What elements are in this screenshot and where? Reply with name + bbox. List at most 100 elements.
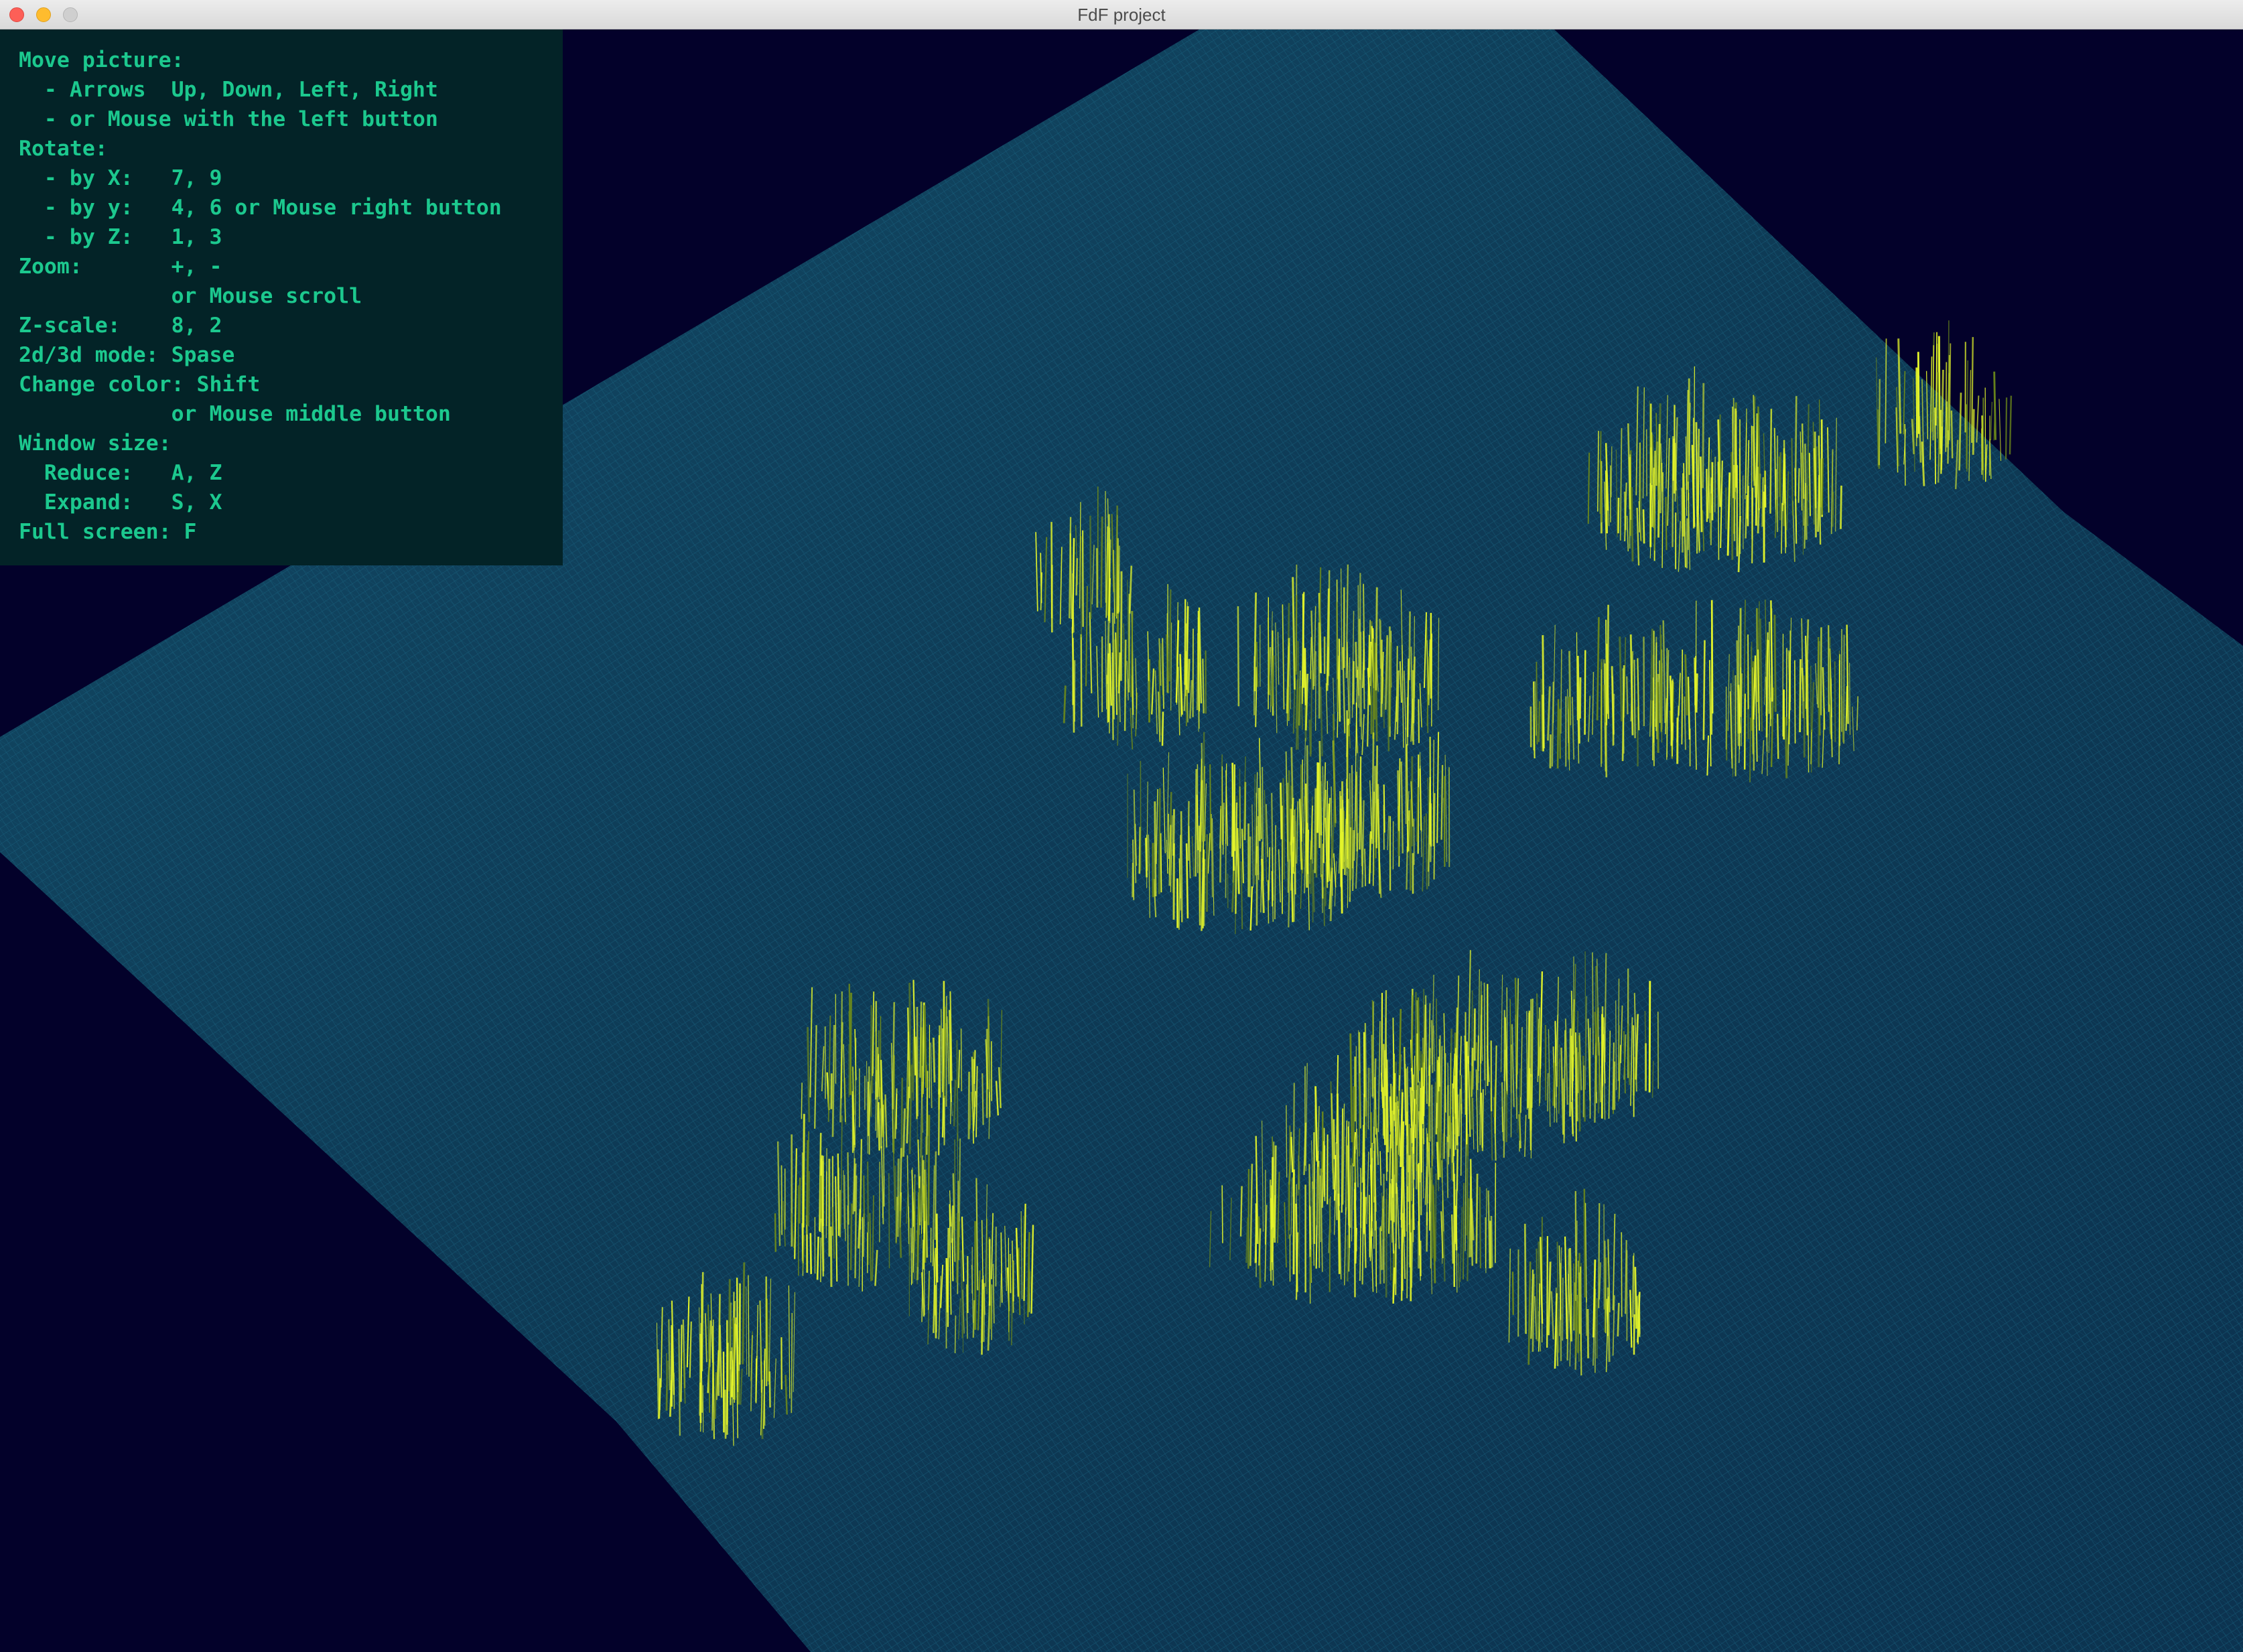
peak-spike: [1009, 1253, 1012, 1294]
peak-spike: [1878, 378, 1881, 466]
window-title: FdF project: [1077, 5, 1166, 25]
peak-spike: [1333, 1119, 1335, 1160]
peak-spike: [1655, 636, 1658, 740]
peak-spike: [1310, 670, 1313, 754]
peak-spike: [1306, 745, 1309, 852]
peak-spike: [1611, 446, 1613, 498]
peak-spike: [1749, 717, 1752, 782]
help-line: - by y: 4, 6 or Mouse right button: [19, 196, 502, 220]
help-line: - by Z: 1, 3: [19, 225, 222, 249]
peak-spike: [1154, 801, 1157, 897]
peak-spike: [1316, 1127, 1318, 1162]
peak-spike: [951, 1205, 954, 1243]
peak-spike: [825, 1148, 827, 1239]
help-line: Zoom: +, -: [19, 255, 222, 279]
peak-spike: [738, 1371, 740, 1405]
peak-spike: [1347, 799, 1349, 869]
peak-spike: [954, 1315, 957, 1354]
peak-spike: [1100, 516, 1103, 608]
peak-spike: [1180, 811, 1183, 922]
peak-spike: [1633, 1025, 1635, 1117]
peak-spike: [878, 1102, 880, 1151]
peak-spike: [816, 1236, 819, 1280]
peak-spike: [1633, 659, 1636, 738]
peak-spike: [1634, 1267, 1637, 1329]
peak-spike: [1674, 443, 1677, 491]
peak-spike: [830, 1073, 833, 1109]
peak-spike: [1231, 762, 1235, 871]
peak-spike: [1422, 1128, 1424, 1198]
peak-spike: [2004, 397, 2008, 460]
help-line: Reduce: A, Z: [19, 461, 222, 485]
peak-spike: [1820, 627, 1822, 715]
peak-spike: [668, 1319, 671, 1391]
peak-spike: [1702, 383, 1705, 488]
peak-spike: [1406, 846, 1408, 890]
peak-spike: [1450, 1214, 1454, 1264]
peak-spike: [1385, 1188, 1387, 1237]
peak-spike: [1834, 661, 1836, 742]
peak-spike: [1784, 717, 1788, 778]
peak-spike: [1358, 1073, 1361, 1157]
peak-spike: [1274, 825, 1276, 920]
peak-spike: [1280, 782, 1283, 839]
help-line: - by X: 7, 9: [19, 166, 222, 190]
peak-spike: [1747, 634, 1749, 709]
peak-spike: [1385, 1071, 1388, 1172]
peak-spike: [1089, 515, 1092, 619]
peak-spike: [1318, 1160, 1320, 1268]
peak-spike: [1578, 1272, 1580, 1334]
peak-spike: [1295, 595, 1298, 675]
peak-spike: [1538, 701, 1541, 742]
peak-spike: [1612, 1042, 1615, 1110]
peak-spike: [1460, 1103, 1463, 1176]
peak-spike: [916, 1006, 919, 1117]
peak-spike: [1782, 448, 1785, 505]
help-line: or Mouse middle button: [19, 402, 451, 426]
peak-spike: [847, 1205, 849, 1286]
help-line: Window size:: [19, 431, 172, 456]
peak-spike: [724, 1389, 727, 1439]
peak-spike: [780, 1165, 783, 1235]
peak-spike: [1324, 862, 1327, 906]
peak-spike: [1885, 338, 1887, 443]
help-line: - Arrows Up, Down, Left, Right: [19, 78, 438, 102]
peak-spike: [1185, 843, 1189, 918]
peak-spike: [714, 1372, 718, 1420]
peak-spike: [935, 1285, 937, 1338]
peak-spike: [1428, 1048, 1431, 1107]
peak-spike: [932, 1037, 936, 1083]
peak-spike: [734, 1323, 736, 1403]
peak-spike: [1136, 687, 1138, 730]
peak-spike: [1225, 786, 1227, 898]
peak-spike: [888, 1173, 890, 1269]
peak-spike: [1314, 788, 1317, 874]
peak-spike: [837, 1153, 840, 1236]
peak-spike: [1338, 638, 1341, 722]
peak-spike: [1308, 1164, 1311, 1257]
peak-spike: [1416, 787, 1419, 842]
peak-spike: [923, 1203, 925, 1315]
peak-spike: [972, 1058, 976, 1107]
peak-spike: [1349, 773, 1351, 880]
peak-spike: [1605, 620, 1608, 726]
peak-spike: [1196, 795, 1199, 851]
peak-spike: [1185, 689, 1188, 727]
peak-spike: [1948, 320, 1950, 431]
peak-spike: [1436, 1142, 1440, 1180]
peak-spike: [1542, 635, 1545, 749]
peak-spike: [1304, 659, 1306, 703]
title-bar[interactable]: FdF project: [0, 0, 2243, 29]
peak-spike: [1490, 1215, 1493, 1267]
peak-spike: [1345, 1136, 1347, 1211]
peak-spike: [960, 1028, 963, 1091]
peak-spike: [1463, 1182, 1465, 1280]
peak-spike: [1382, 1087, 1385, 1140]
peak-spike: [1984, 387, 1986, 482]
peak-spike: [1221, 766, 1223, 845]
peak-spike: [1706, 468, 1708, 523]
peak-spike: [981, 1279, 983, 1355]
peak-spike: [1845, 686, 1848, 731]
peak-spike: [1990, 401, 1992, 441]
help-line: Expand: S, X: [19, 490, 222, 514]
